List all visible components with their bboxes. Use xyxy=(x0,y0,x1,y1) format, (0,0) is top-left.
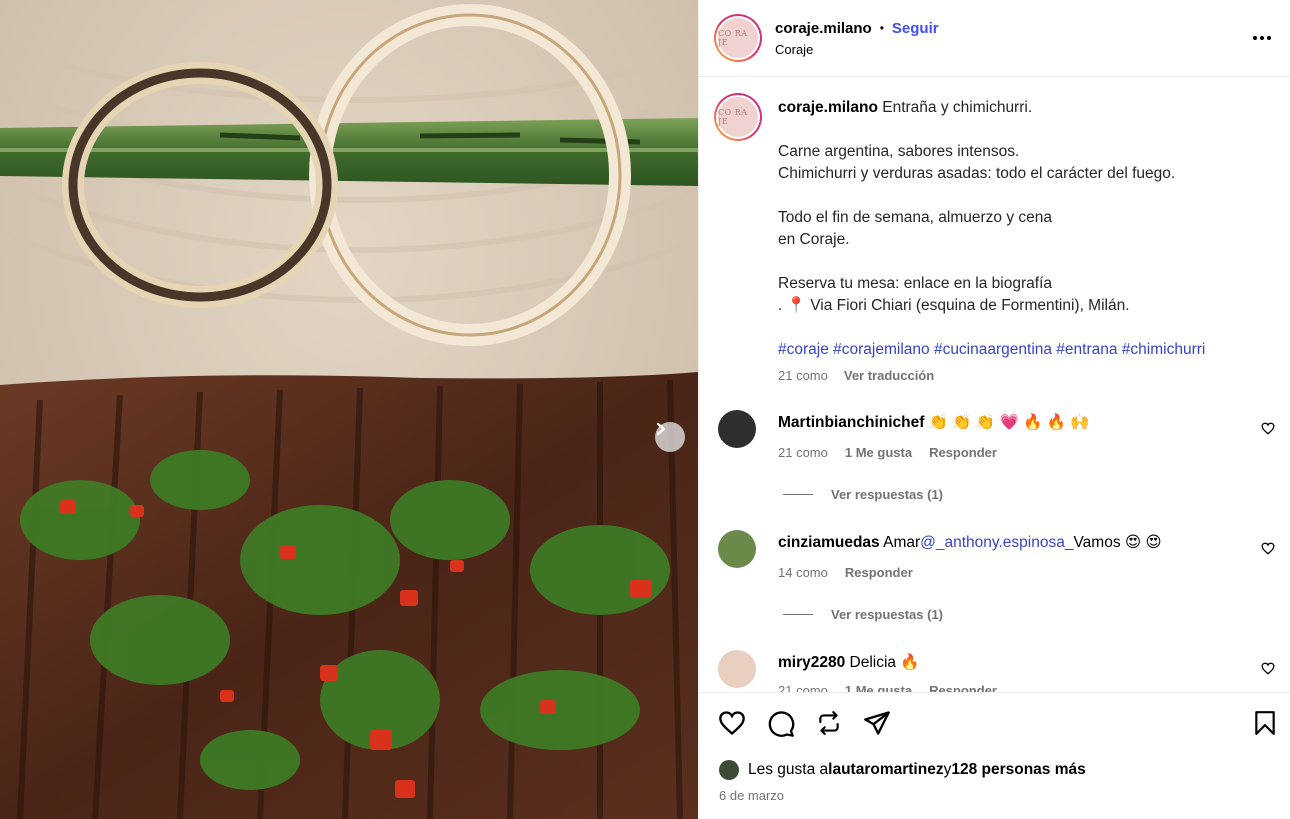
comment-username[interactable]: Martinbianchinichef xyxy=(778,414,924,431)
comment-likes[interactable]: 1 Me gusta xyxy=(845,683,912,692)
like-comment-button[interactable] xyxy=(1261,422,1275,440)
caption-line: Carne argentina, sabores intensos. xyxy=(778,143,1020,160)
commenter-avatar[interactable] xyxy=(718,410,756,448)
liker-username[interactable]: lautaromartinez xyxy=(828,761,943,779)
caption-time: 21 como xyxy=(778,368,828,383)
reply-button[interactable]: Responder xyxy=(929,445,997,460)
comment-text: Amar xyxy=(879,534,921,551)
caption-username[interactable]: coraje.milano xyxy=(778,99,878,116)
caption: coraje.milano Entraña y chimichurri. Car… xyxy=(778,97,1268,387)
post-actions: Les gusta a lautaromartinez y 128 person… xyxy=(699,692,1290,819)
share-button[interactable] xyxy=(863,710,891,738)
avatar-logo: CO RA JE xyxy=(718,97,758,137)
comment-username[interactable]: cinziamuedas xyxy=(778,534,880,551)
heart-icon xyxy=(1261,542,1275,555)
like-comment-button[interactable] xyxy=(1261,662,1275,680)
caption-line: . 📍 Via Fiori Chiari (esquina de Forment… xyxy=(778,297,1130,314)
food-image xyxy=(0,0,698,819)
post-header: CO RA JE coraje.milano • Seguir Coraje xyxy=(699,0,1290,77)
comment-text: 👏 👏 👏 💗 🔥 🔥 🙌 xyxy=(924,414,1090,431)
view-replies-label: Ver respuestas (1) xyxy=(831,607,944,622)
post-details: CO RA JE coraje.milano • Seguir Coraje C… xyxy=(698,0,1290,819)
likes-summary: Les gusta a lautaromartinez y 128 person… xyxy=(719,760,1086,780)
more-horizontal-icon xyxy=(1253,36,1271,40)
send-icon xyxy=(864,711,890,735)
caption-line: Reserva tu mesa: enlace en la biografía xyxy=(778,275,1052,292)
comment-icon xyxy=(768,711,795,737)
likes-mid: y xyxy=(943,761,952,778)
bookmark-icon xyxy=(1255,711,1275,735)
liker-avatar[interactable] xyxy=(719,760,739,780)
heart-icon xyxy=(719,711,745,736)
commenter-avatar[interactable] xyxy=(718,530,756,568)
likes-count-link[interactable]: 128 personas más xyxy=(951,761,1085,779)
caption-line: Chimichurri y verduras asadas: todo el c… xyxy=(778,165,1176,182)
post-date: 6 de marzo xyxy=(719,788,785,803)
like-button[interactable] xyxy=(718,710,746,738)
caption-line: en Coraje. xyxy=(778,231,850,248)
repost-button[interactable] xyxy=(816,710,842,738)
comment-text: Vamos 😍 😍 xyxy=(1073,534,1162,551)
comment-time: 21 como xyxy=(778,445,828,460)
likes-prefix: Les gusta a xyxy=(748,761,829,778)
comment-username[interactable]: miry2280 xyxy=(778,654,845,671)
caption-title: Entraña y chimichurri. xyxy=(882,99,1033,116)
caption-hashtags[interactable]: #coraje #corajemilano #cucinaargentina #… xyxy=(778,339,1268,361)
view-replies-button[interactable]: Ver respuestas (1) xyxy=(783,487,943,502)
separator-dot: • xyxy=(879,21,884,35)
reply-button[interactable]: Responder xyxy=(845,565,913,580)
chevron-right-icon xyxy=(656,422,666,436)
post-modal: CO RA JE coraje.milano • Seguir Coraje C… xyxy=(0,0,1290,819)
post-photo[interactable] xyxy=(0,0,698,819)
next-image-button[interactable] xyxy=(655,422,685,452)
comment-time: 21 como xyxy=(778,683,828,692)
repost-icon xyxy=(819,711,839,735)
comment-time: 14 como xyxy=(778,565,828,580)
heart-icon xyxy=(1261,662,1275,675)
caption-avatar[interactable]: CO RA JE xyxy=(714,93,762,141)
comment-likes[interactable]: 1 Me gusta xyxy=(845,445,912,460)
view-replies-button[interactable]: Ver respuestas (1) xyxy=(783,607,943,622)
comment-button[interactable] xyxy=(767,710,795,738)
avatar-logo: CO RA JE xyxy=(718,18,758,58)
heart-icon xyxy=(1261,422,1275,435)
comments-scroll-area[interactable]: CO RA JE coraje.milano Entraña y chimich… xyxy=(699,78,1290,692)
follow-button[interactable]: Seguir xyxy=(892,20,939,37)
like-comment-button[interactable] xyxy=(1261,542,1275,560)
more-options-button[interactable] xyxy=(1252,25,1272,46)
comment-text: Delicia 🔥 xyxy=(845,654,920,671)
view-replies-label: Ver respuestas (1) xyxy=(831,487,944,502)
save-button[interactable] xyxy=(1253,710,1277,736)
author-username[interactable]: coraje.milano xyxy=(775,20,872,37)
commenter-avatar[interactable] xyxy=(718,650,756,688)
caption-line: Todo el fin de semana, almuerzo y cena xyxy=(778,209,1052,226)
location-link[interactable]: Coraje xyxy=(775,42,939,57)
comment-mention[interactable]: @_anthony.espinosa_ xyxy=(920,534,1073,551)
see-translation-button[interactable]: Ver traducción xyxy=(844,365,934,387)
author-avatar[interactable]: CO RA JE xyxy=(714,14,762,62)
reply-button[interactable]: Responder xyxy=(929,683,997,692)
